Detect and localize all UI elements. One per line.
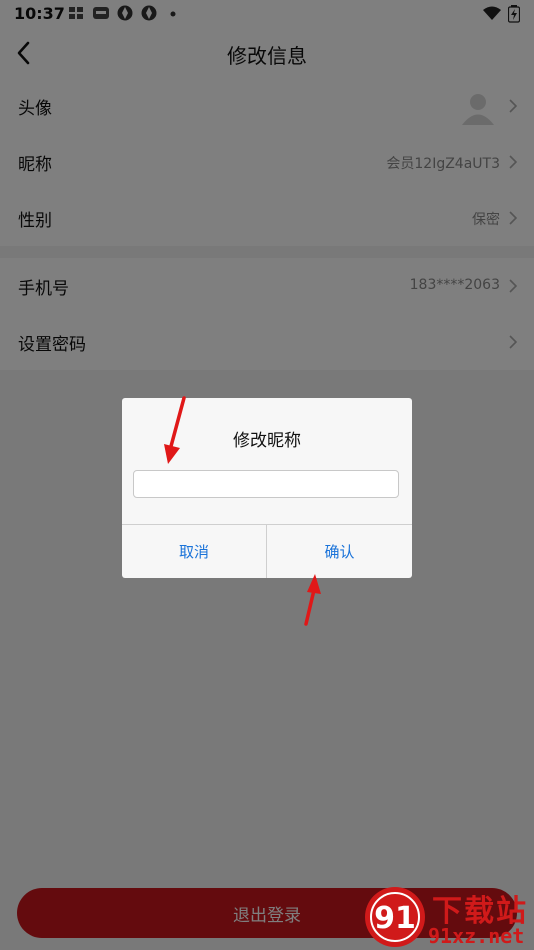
nickname-input[interactable] <box>133 470 399 498</box>
watermark: 91 下载站 91xz.net <box>362 884 534 950</box>
cancel-button[interactable]: 取消 <box>122 525 266 578</box>
watermark-logo-icon: 91 <box>365 887 425 947</box>
watermark-logo-text: 91 <box>374 901 416 936</box>
annotation-arrow-icon <box>164 396 186 464</box>
annotation-arrow-icon <box>304 574 321 626</box>
confirm-button[interactable]: 确认 <box>267 525 412 578</box>
watermark-text-url: 91xz.net <box>428 924 525 948</box>
